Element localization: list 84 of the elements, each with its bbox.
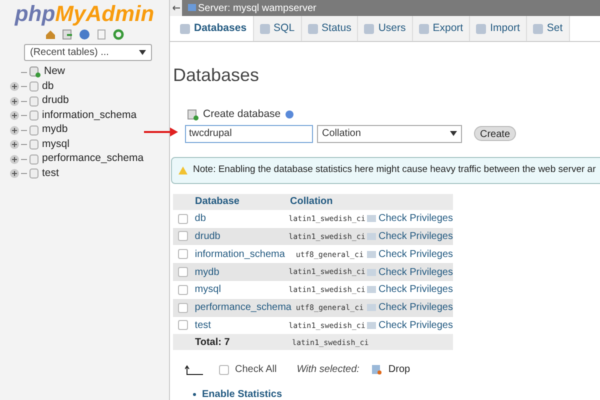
- check-privileges-link[interactable]: Check Privileges: [378, 228, 453, 244]
- database-icon: [29, 96, 39, 107]
- note-text: Note: Enabling the database statistics here might cause heavy traffic between the web server ar: [193, 163, 596, 178]
- home-icon[interactable]: [45, 29, 56, 40]
- row-checkbox[interactable]: [178, 214, 188, 224]
- expand-icon[interactable]: [10, 154, 19, 164]
- database-icon: [29, 168, 39, 180]
- database-name[interactable]: drudb: [194, 228, 289, 244]
- page-heading: Databases: [173, 64, 260, 87]
- tab-icon: [364, 24, 374, 34]
- recent-tables-dropdown[interactable]: (Recent tables) ...: [24, 44, 152, 61]
- create-button[interactable]: Create: [474, 126, 516, 142]
- database-icon: [29, 81, 39, 92]
- database-icon: [29, 110, 39, 122]
- check-privileges-link[interactable]: Check Privileges: [378, 282, 453, 298]
- check-privileges-link[interactable]: Check Privileges: [378, 264, 453, 280]
- database-name[interactable]: performance_schema: [194, 300, 290, 316]
- tab-icon: [476, 24, 486, 34]
- database-icon: [29, 154, 39, 165]
- collation-dropdown[interactable]: Collation: [317, 124, 462, 143]
- database-icon: [29, 139, 39, 150]
- nav-tab[interactable]: Users: [358, 16, 413, 41]
- database-link[interactable]: New: [44, 64, 66, 80]
- with-selected-label: With selected:: [296, 363, 360, 378]
- database-link[interactable]: mysql: [42, 136, 70, 153]
- nav-tab[interactable]: SQL: [254, 16, 302, 41]
- tab-icon: [308, 24, 318, 34]
- expand-icon[interactable]: [10, 169, 19, 178]
- check-all-label[interactable]: Check All: [235, 362, 277, 378]
- tab-icon: [180, 24, 190, 34]
- total-count: Total: 7: [195, 336, 231, 350]
- database-name[interactable]: db: [194, 211, 289, 226]
- tab-icon: [418, 24, 429, 34]
- database-name[interactable]: mydb: [194, 264, 289, 280]
- tab-icon: [532, 24, 543, 34]
- check-privileges-link[interactable]: Check Privileges: [378, 246, 454, 262]
- check-privileges-link[interactable]: Check Privileges: [378, 211, 453, 226]
- app-logo: phpMyAdmin: [14, 1, 154, 27]
- server-breadcrumb[interactable]: Server: mysql wampserver: [198, 0, 316, 16]
- check-privileges-link[interactable]: Check Privileges: [378, 318, 453, 333]
- drop-button[interactable]: Drop: [388, 362, 410, 378]
- enable-statistics-link[interactable]: Enable Statistics: [202, 387, 282, 400]
- tab-icon: [260, 24, 270, 34]
- database-link[interactable]: db: [42, 78, 54, 95]
- nav-tab[interactable]: Status: [302, 16, 358, 41]
- nav-tab[interactable]: Set: [526, 16, 570, 41]
- document-icon[interactable]: [96, 29, 107, 40]
- nav-tab[interactable]: Export: [412, 16, 470, 41]
- new-database-icon: [29, 66, 41, 78]
- database-name[interactable]: test: [194, 318, 289, 333]
- database-link[interactable]: mydb: [42, 122, 68, 138]
- caret-icon: [139, 50, 146, 55]
- row-checkbox[interactable]: [178, 249, 188, 260]
- database-link[interactable]: test: [42, 166, 59, 182]
- corner-arrow-icon: [185, 364, 203, 375]
- database-link[interactable]: information_schema: [42, 108, 137, 124]
- expand-icon[interactable]: [10, 82, 19, 92]
- expand-icon[interactable]: [10, 126, 19, 135]
- bullet-icon: [193, 393, 196, 396]
- create-database-label: Create database: [203, 107, 281, 122]
- database-name[interactable]: mysql: [194, 282, 289, 298]
- new-database-icon: [187, 108, 199, 121]
- check-all-checkbox[interactable]: [219, 364, 229, 375]
- column-header[interactable]: Collation: [290, 194, 368, 210]
- database-name-field[interactable]: twcdrupal: [185, 124, 313, 143]
- check-privileges-link[interactable]: Check Privileges: [378, 300, 453, 316]
- expand-icon[interactable]: [10, 140, 19, 150]
- caret-icon: [450, 131, 457, 136]
- database-link[interactable]: drudb: [42, 93, 69, 110]
- column-header[interactable]: Database: [195, 194, 290, 210]
- nav-tab[interactable]: Import: [470, 16, 527, 41]
- row-checkbox[interactable]: [178, 284, 188, 295]
- database-name[interactable]: information_schema: [194, 246, 290, 262]
- expand-icon[interactable]: [10, 111, 19, 120]
- row-checkbox[interactable]: [178, 320, 188, 330]
- row-checkbox[interactable]: [178, 302, 188, 313]
- warning-icon: [178, 166, 188, 175]
- expand-icon[interactable]: [10, 96, 19, 106]
- annotation-arrow: [144, 127, 178, 137]
- row-checkbox[interactable]: [178, 267, 188, 278]
- drop-icon[interactable]: [371, 364, 382, 376]
- row-checkbox[interactable]: [178, 231, 188, 242]
- database-icon: [29, 124, 39, 136]
- database-link[interactable]: performance_schema: [42, 151, 144, 168]
